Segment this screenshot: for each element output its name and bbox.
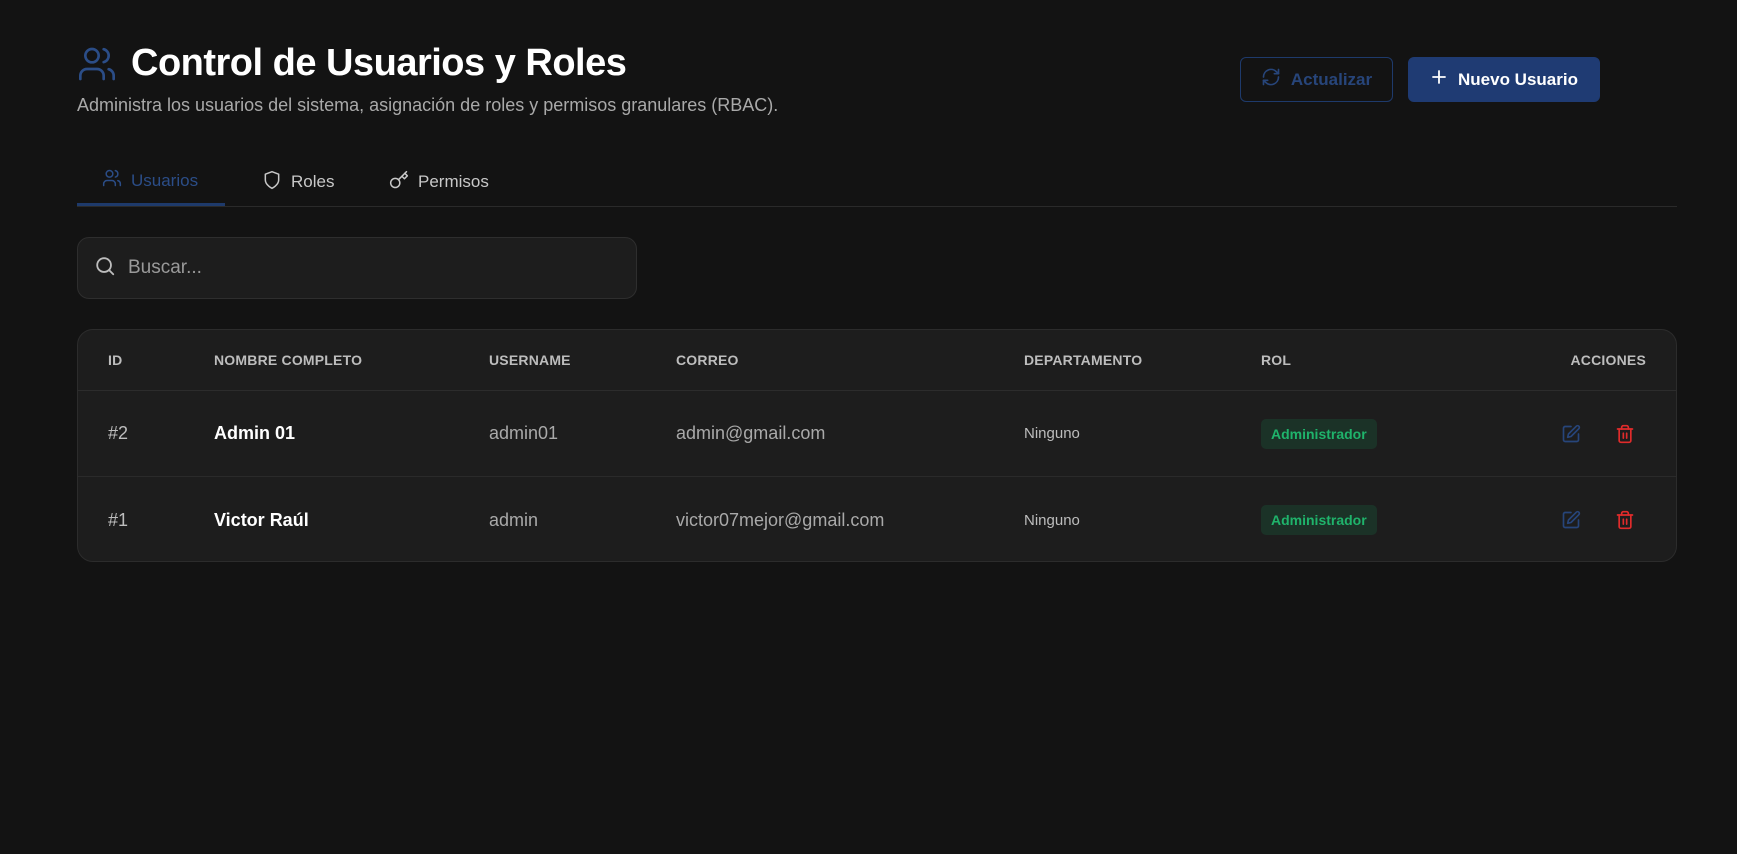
page-header: Control de Usuarios y Roles Administra l… [77,0,1660,120]
title-row: Control de Usuarios y Roles [77,42,627,85]
role-cell: Administrador [1261,418,1377,449]
row-actions [1560,423,1636,445]
plus-icon [1430,68,1448,91]
user-full-name: Admin 01 [214,423,296,443]
column-header-username: USERNAME [489,352,571,368]
tab-permisos[interactable]: Permisos [359,158,489,206]
user-id: #1 [108,509,129,530]
trash-icon[interactable] [1614,509,1636,531]
column-header-department: DEPARTAMENTO [1024,352,1143,368]
column-header-id: ID [108,352,123,368]
trash-icon[interactable] [1614,423,1636,445]
page-title: Control de Usuarios y Roles [131,42,627,84]
key-icon [389,170,409,195]
row-actions [1560,509,1636,531]
users-icon [77,44,117,84]
column-header-name: NOMBRE COMPLETO [214,352,363,368]
search-box [77,237,637,299]
role-badge: Administrador [1261,505,1377,535]
tab-label: Usuarios [131,170,199,190]
tab-roles[interactable]: Roles [225,158,359,206]
user-full-name: Victor Raúl [214,509,309,530]
user-department: Ninguno [1024,511,1080,529]
user-id: #2 [108,423,129,443]
user-email: victor07mejor@gmail.com [676,509,885,530]
role-cell: Administrador [1261,505,1377,535]
shield-icon [262,170,282,195]
new-user-button[interactable]: Nuevo Usuario [1408,57,1600,102]
table-row: #1 Victor Raúl admin victor07mejor@gmail… [78,477,1676,561]
column-header-actions: ACCIONES [1570,352,1646,368]
page: Control de Usuarios y Roles Administra l… [0,0,1737,854]
header-actions: Actualizar Nuevo Usuario [1240,57,1600,102]
user-username: admin [489,509,539,530]
new-user-label: Nuevo Usuario [1458,69,1578,89]
tab-label: Permisos [418,172,489,191]
page-subtitle: Administra los usuarios del sistema, asi… [77,95,779,115]
search-icon [94,255,116,282]
refresh-icon [1261,67,1281,92]
refresh-label: Actualizar [1290,69,1373,89]
column-header-role: ROL [1261,352,1292,368]
column-header-email: CORREO [676,352,739,368]
user-email: admin@gmail.com [676,423,826,443]
refresh-button[interactable]: Actualizar [1240,57,1393,102]
edit-icon[interactable] [1560,423,1582,445]
tab-bar: Usuarios Roles Permisos [77,158,1677,207]
tab-usuarios[interactable]: Usuarios [77,158,225,206]
users-table: ID NOMBRE COMPLETO USERNAME CORREO DEPAR… [77,329,1677,562]
table-row: #2 Admin 01 admin01 admin@gmail.com Ning… [78,391,1676,477]
tab-label: Roles [291,172,335,191]
users-icon [102,168,122,193]
search-input[interactable] [128,257,608,279]
user-department: Ninguno [1024,425,1080,442]
role-badge: Administrador [1261,418,1377,449]
user-username: admin01 [489,423,559,443]
edit-icon[interactable] [1560,509,1582,531]
table-header: ID NOMBRE COMPLETO USERNAME CORREO DEPAR… [78,330,1676,391]
